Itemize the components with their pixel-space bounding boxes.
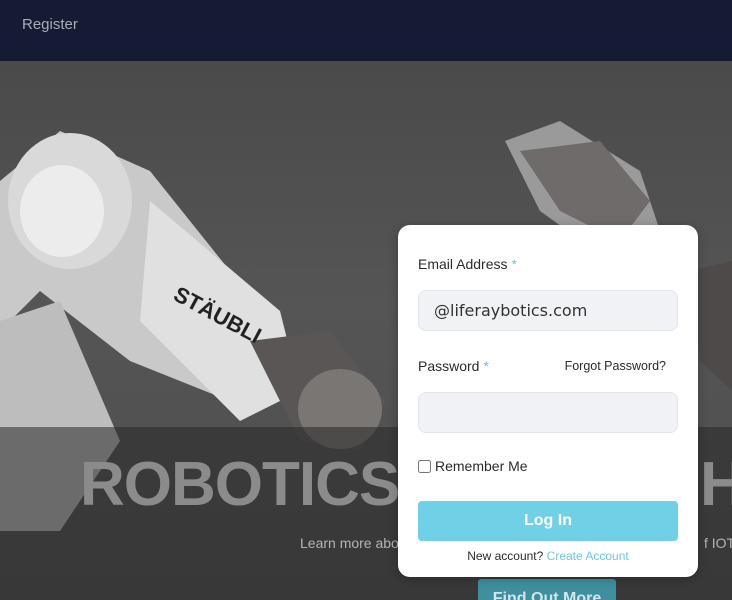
top-navigation-bar: Register	[0, 0, 732, 61]
hero-title-tail: H	[700, 450, 732, 519]
email-required-mark: *	[511, 256, 517, 272]
login-card: Email Address* Password* Forgot Password…	[398, 225, 698, 577]
register-link[interactable]: Register	[22, 16, 78, 33]
password-label-text: Password	[418, 358, 480, 374]
email-label: Email Address *	[418, 256, 517, 272]
password-label: Password *	[418, 358, 489, 374]
email-label-text: Email Address	[418, 256, 508, 272]
new-account-text: New account?	[467, 549, 544, 563]
password-field[interactable]	[418, 392, 678, 433]
remember-me-label[interactable]: Remember Me	[435, 458, 528, 474]
find-out-more-button[interactable]: Find Out More	[478, 579, 616, 600]
password-required-mark: *	[483, 358, 489, 374]
hero-title: ROBOTICS	[80, 450, 400, 519]
hero-subtitle: Learn more abo	[300, 535, 399, 551]
remember-me-checkbox[interactable]	[418, 459, 431, 473]
forgot-password-link[interactable]: Forgot Password?	[565, 359, 666, 373]
remember-me-row: Remember Me	[418, 458, 528, 474]
signup-prompt: New account? Create Account	[398, 549, 698, 563]
log-in-button[interactable]: Log In	[418, 501, 678, 541]
create-account-link[interactable]: Create Account	[547, 549, 629, 563]
email-field[interactable]	[418, 290, 678, 331]
hero-subtitle-tail: f IOT	[704, 535, 732, 551]
